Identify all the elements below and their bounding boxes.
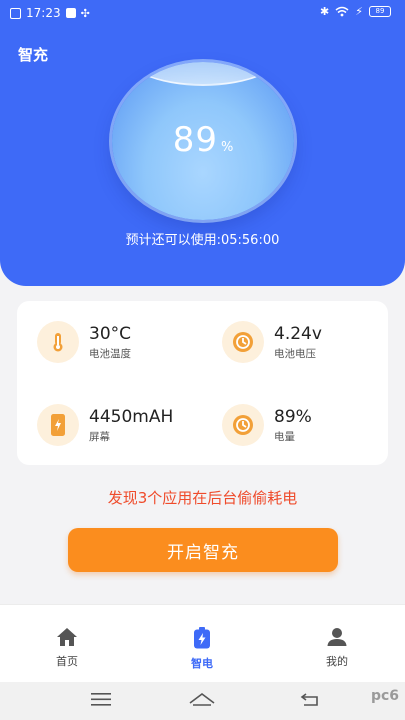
battery-percent-display: 89% — [112, 120, 294, 160]
battery-percent: 89 — [172, 120, 218, 160]
stat-value: 4.24v — [274, 323, 322, 344]
bottom-tab-bar: 首页 智电 我的 — [0, 604, 405, 682]
stat-value: 30°C — [89, 323, 132, 344]
thermometer-icon — [37, 321, 79, 363]
wifi-icon — [335, 6, 349, 17]
charging-bolt-icon: ⚡ — [355, 5, 363, 18]
stat-label: 电池电压 — [274, 347, 316, 360]
menu-icon[interactable] — [91, 691, 111, 707]
stat-label: 屏幕 — [89, 430, 110, 443]
stat-level: 89% 电量 — [222, 404, 312, 446]
tab-smart-charge[interactable]: 智电 — [162, 627, 242, 671]
battery-status: 89 — [369, 6, 391, 17]
stat-label: 电量 — [274, 430, 295, 443]
start-smart-charge-button[interactable]: 开启智充 — [68, 528, 338, 572]
screenshot-icon — [10, 7, 21, 19]
battery-bolt-icon — [194, 627, 210, 649]
remaining-time: 预计还可以使用:05:56:00 — [125, 233, 280, 248]
tab-profile[interactable]: 我的 — [297, 627, 377, 669]
status-time: 17:23 — [26, 6, 61, 20]
phone-charging-icon — [37, 404, 79, 446]
orb-wave — [120, 62, 286, 86]
tab-label: 首页 — [56, 655, 78, 668]
battery-orb: 89% — [112, 62, 294, 220]
usb-icon: ✣ — [80, 6, 90, 20]
percent-unit: % — [220, 140, 234, 155]
stat-value: 4450mAH — [89, 406, 174, 427]
bluetooth-icon: ✱ — [320, 5, 330, 18]
app-title: 智充 — [18, 46, 49, 64]
voltage-icon — [222, 321, 264, 363]
battery-stats-card: 30°C 电池温度 4.24v 电池电压 4450mAH 屏幕 89% 电量 — [17, 301, 388, 465]
message-icon — [65, 8, 76, 18]
system-navigation-bar — [0, 682, 405, 720]
background-drain-warning: 发现3个应用在后台偷偷耗电 — [107, 489, 298, 507]
site-watermark: pc6 — [370, 688, 399, 704]
tab-label: 智电 — [191, 657, 213, 670]
stat-value: 89% — [274, 406, 312, 427]
home-icon — [57, 628, 77, 646]
tab-label: 我的 — [326, 655, 348, 668]
stat-voltage: 4.24v 电池电压 — [222, 321, 322, 363]
battery-level-icon — [222, 404, 264, 446]
status-bar: 17:23 ✣ ✱ ⚡ 89 — [0, 0, 405, 28]
profile-icon — [327, 628, 347, 646]
home-nav-icon[interactable] — [188, 691, 216, 707]
back-icon[interactable] — [300, 691, 320, 707]
tab-home[interactable]: 首页 — [27, 627, 107, 669]
stat-label: 电池温度 — [89, 347, 131, 360]
hero-panel: 17:23 ✣ ✱ ⚡ 89 智充 89% 预计还可以使用:05:56:00 — [0, 0, 405, 286]
stat-temperature: 30°C 电池温度 — [37, 321, 131, 363]
stat-capacity: 4450mAH 屏幕 — [37, 404, 173, 446]
